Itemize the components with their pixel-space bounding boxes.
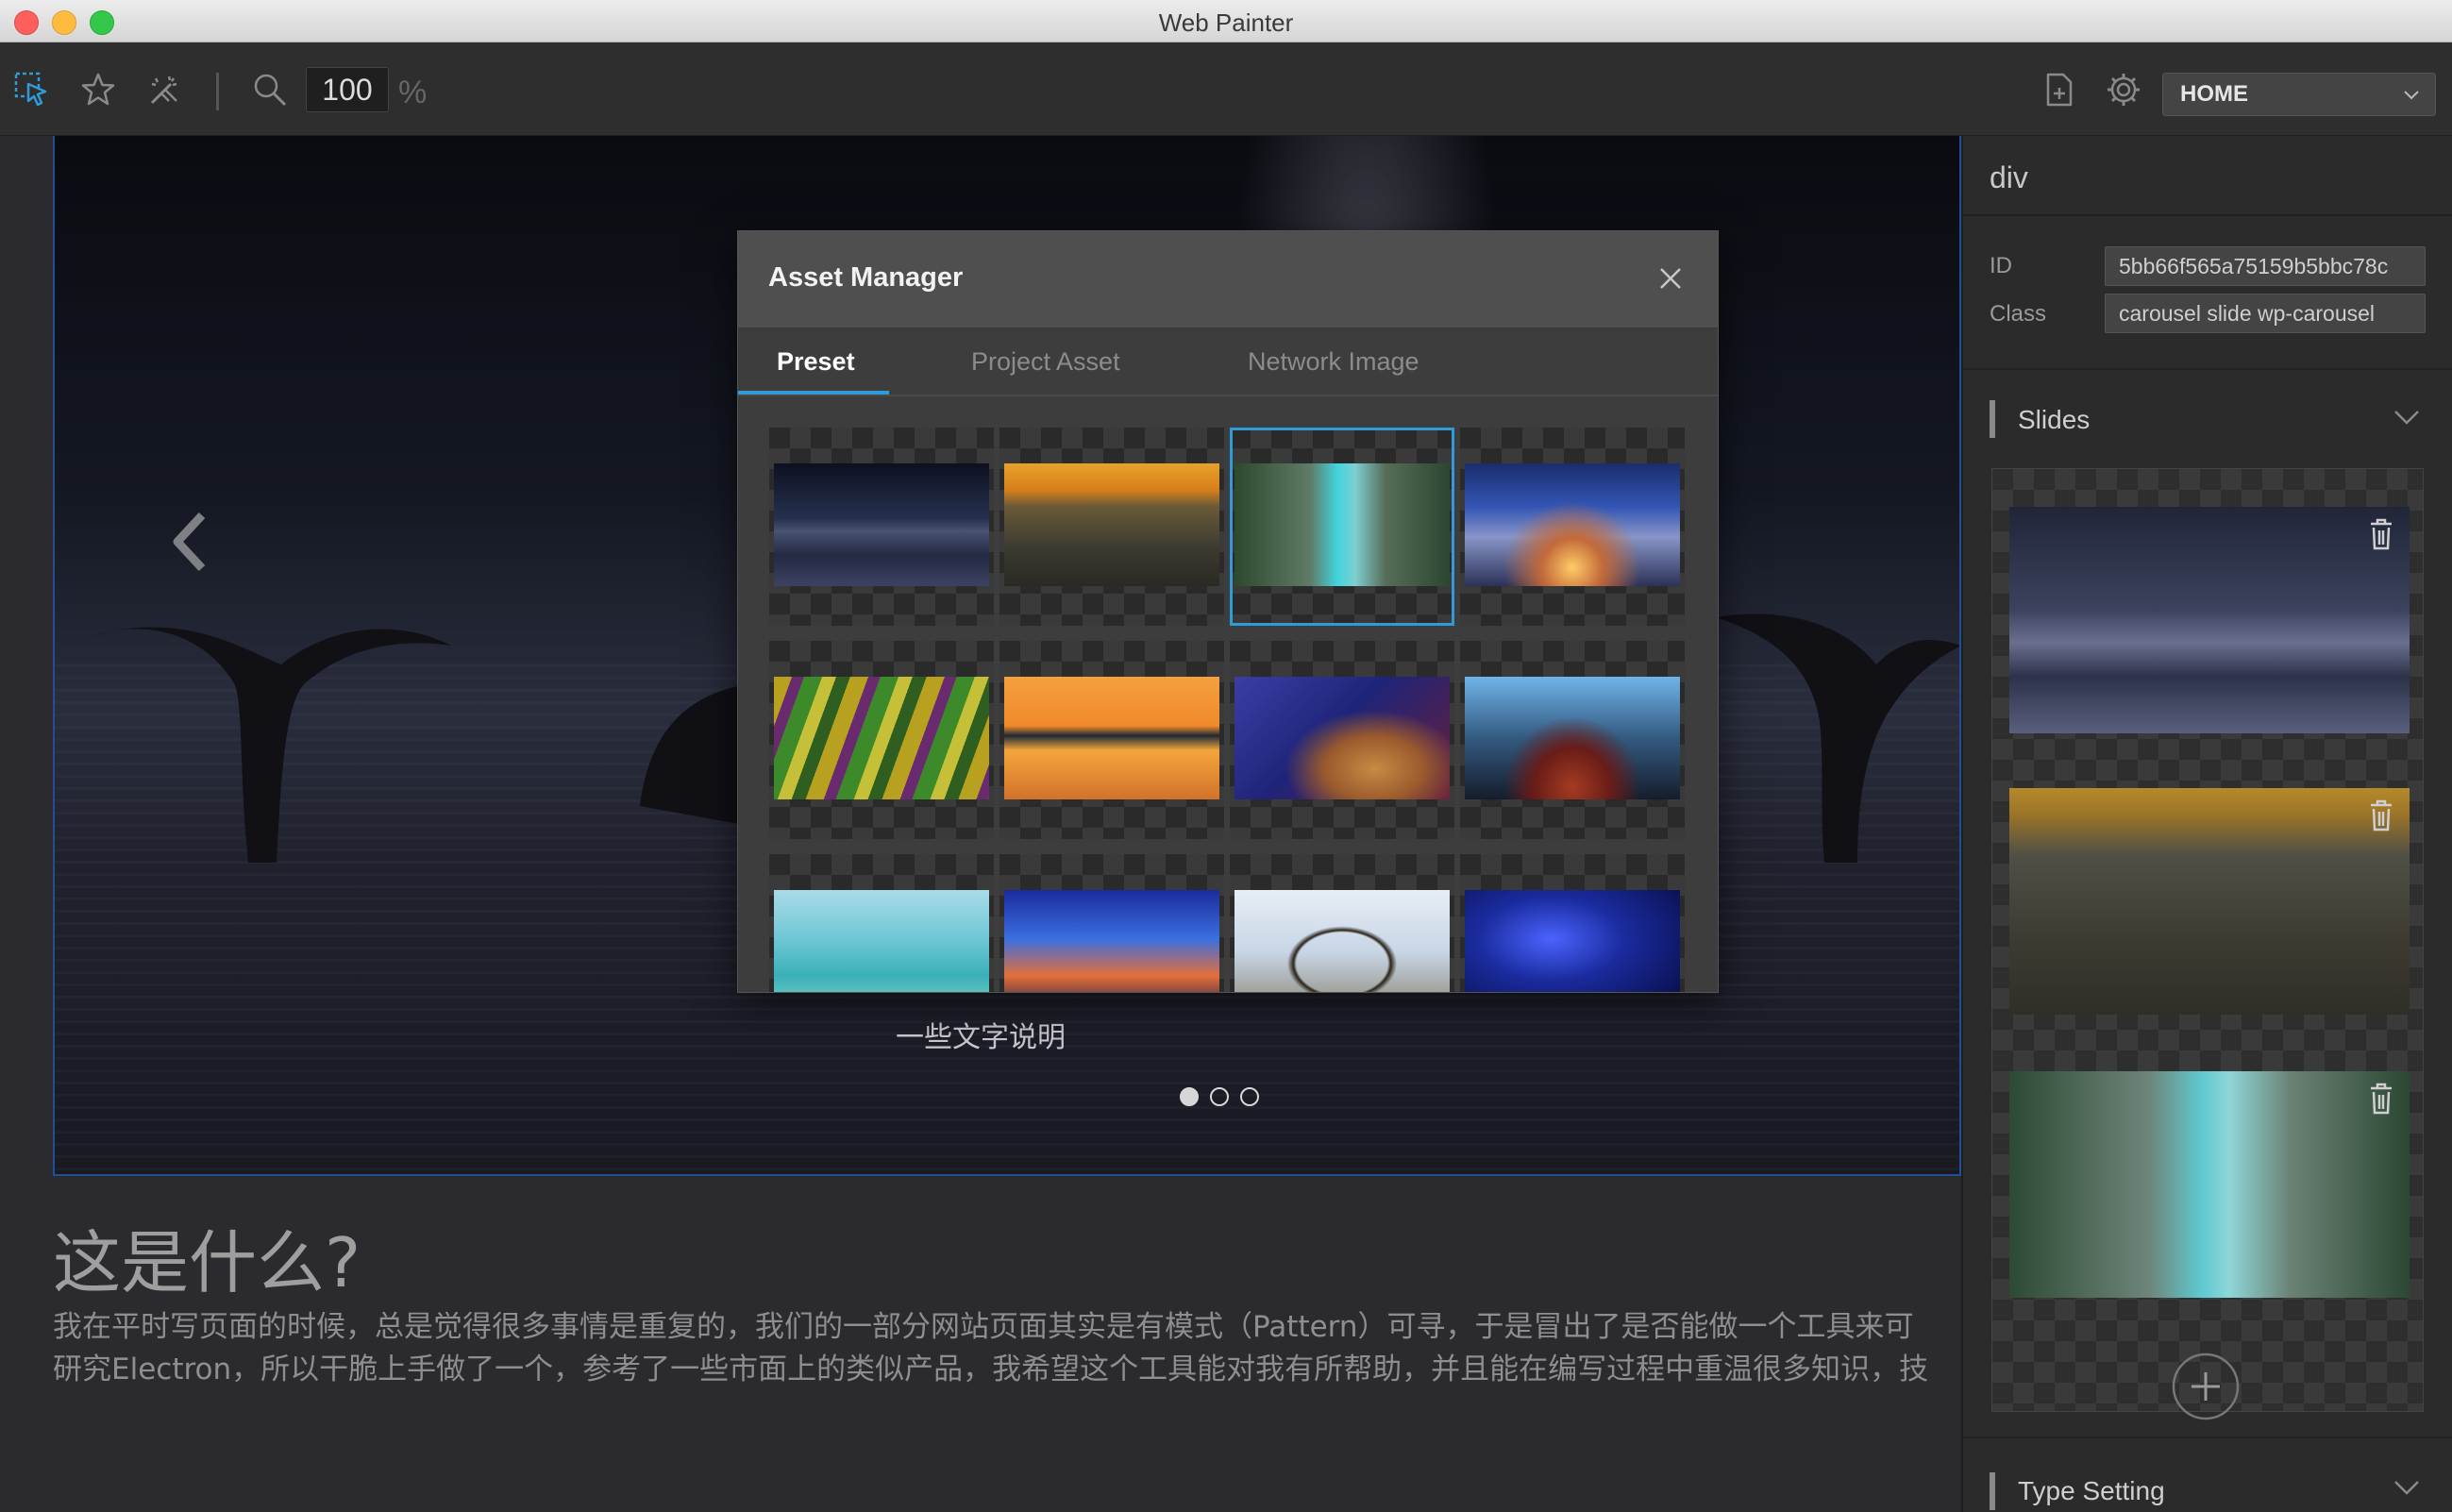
asset-thumbnail [1004, 677, 1219, 799]
slides-section-title[interactable]: Slides [2018, 405, 2090, 435]
star-icon[interactable] [79, 71, 117, 109]
carousel-caption: 一些文字说明 [896, 1022, 1066, 1053]
asset-tile[interactable] [1460, 641, 1685, 839]
class-field[interactable]: carousel slide wp-carousel [2105, 294, 2426, 333]
carousel-prev-arrow-icon[interactable] [160, 504, 217, 580]
asset-tile[interactable] [1230, 854, 1454, 992]
asset-tile[interactable] [1460, 428, 1685, 626]
page-select-value: HOME [2180, 81, 2248, 107]
zoom-level-input[interactable]: 100 [306, 67, 389, 112]
asset-tile[interactable] [1230, 641, 1454, 839]
asset-thumbnail [1234, 463, 1450, 586]
divider [1963, 1436, 2452, 1438]
asset-tile[interactable] [769, 428, 994, 626]
trash-icon[interactable] [2365, 798, 2397, 833]
asset-manager-modal: Asset Manager Preset Project Asset Netwo… [737, 230, 1719, 993]
carousel-dot-1[interactable] [1180, 1087, 1199, 1106]
page-select[interactable]: HOME [2162, 73, 2436, 116]
active-tab-indicator [738, 391, 889, 395]
close-icon[interactable] [1654, 261, 1688, 295]
asset-thumbnail [1004, 890, 1219, 992]
id-field[interactable]: 5bb66f565a75159b5bbc78c [2105, 246, 2426, 286]
tab-network-image[interactable]: Network Image [1248, 347, 1419, 377]
slide-thumbnail[interactable] [2009, 1071, 2410, 1298]
toolbar: 100 % HOME [0, 42, 2452, 136]
asset-tile[interactable] [769, 854, 994, 992]
article-line-2: 研究Electron，所以干脆上手做了一个，参考了一些市面上的类似产品，我希望这… [53, 1352, 1929, 1386]
article-body: 我在平时写页面的时候，总是觉得很多事情是重复的，我们的一部分网站页面其实是有模式… [53, 1306, 1959, 1391]
search-icon[interactable] [251, 71, 289, 109]
slide-thumbnail[interactable] [2009, 507, 2410, 733]
type-setting-section-title[interactable]: Type Setting [2018, 1476, 2165, 1506]
zoom-unit-label: % [398, 75, 428, 110]
window-title-bar: Web Painter [0, 0, 2452, 42]
new-page-icon[interactable] [2041, 71, 2078, 109]
gear-icon[interactable] [2105, 71, 2142, 109]
asset-tabs: Preset Project Asset Network Image [738, 328, 1718, 396]
divider [1963, 214, 2452, 216]
chevron-down-icon[interactable] [2390, 400, 2424, 434]
asset-thumbnail [1234, 677, 1450, 799]
asset-thumbnail [1465, 463, 1680, 586]
carousel-indicators [1167, 1087, 1355, 1116]
carousel-dot-3[interactable] [1240, 1087, 1259, 1106]
tab-project-asset[interactable]: Project Asset [971, 347, 1120, 377]
carousel-dot-2[interactable] [1210, 1087, 1229, 1106]
asset-thumbnail [1465, 677, 1680, 799]
modal-header: Asset Manager [738, 231, 1718, 328]
asset-tile[interactable] [1460, 854, 1685, 992]
divider [1963, 368, 2452, 370]
toolbar-divider [216, 73, 219, 110]
chevron-down-icon[interactable] [2390, 1470, 2424, 1504]
window-title: Web Painter [1158, 8, 1294, 37]
asset-tile[interactable] [769, 641, 994, 839]
trash-icon[interactable] [2365, 1081, 2397, 1117]
tab-preset[interactable]: Preset [777, 347, 855, 377]
slides-list [1991, 468, 2424, 1420]
section-marker [1990, 1472, 1995, 1510]
magic-wand-icon[interactable] [144, 71, 182, 109]
asset-thumbnail [774, 463, 989, 586]
modal-title: Asset Manager [768, 262, 964, 293]
asset-tile-selected[interactable] [1230, 428, 1454, 626]
article-heading: 这是什么? [53, 1223, 361, 1302]
select-cursor-icon[interactable] [13, 71, 51, 109]
element-tag-name: div [1990, 160, 2028, 194]
asset-tile[interactable] [999, 641, 1224, 839]
class-label: Class [1990, 301, 2047, 327]
inspector-panel: div ID 5bb66f565a75159b5bbc78c Class car… [1961, 136, 2452, 1512]
asset-tile[interactable] [999, 428, 1224, 626]
id-label: ID [1990, 253, 2012, 278]
asset-thumbnail [1465, 890, 1680, 992]
asset-thumbnail [774, 677, 989, 799]
asset-thumbnail [774, 890, 989, 992]
chevron-down-icon [2404, 91, 2419, 100]
trash-icon[interactable] [2365, 516, 2397, 552]
asset-tile[interactable] [999, 854, 1224, 992]
asset-thumbnail [1004, 463, 1219, 586]
section-marker [1990, 400, 1995, 438]
article-line-1: 我在平时写页面的时候，总是觉得很多事情是重复的，我们的一部分网站页面其实是有模式… [53, 1310, 1914, 1344]
slide-thumbnail[interactable] [2009, 788, 2410, 1015]
asset-thumbnail [1234, 890, 1450, 992]
add-slide-icon[interactable] [2171, 1352, 2241, 1421]
asset-grid [769, 428, 1689, 992]
